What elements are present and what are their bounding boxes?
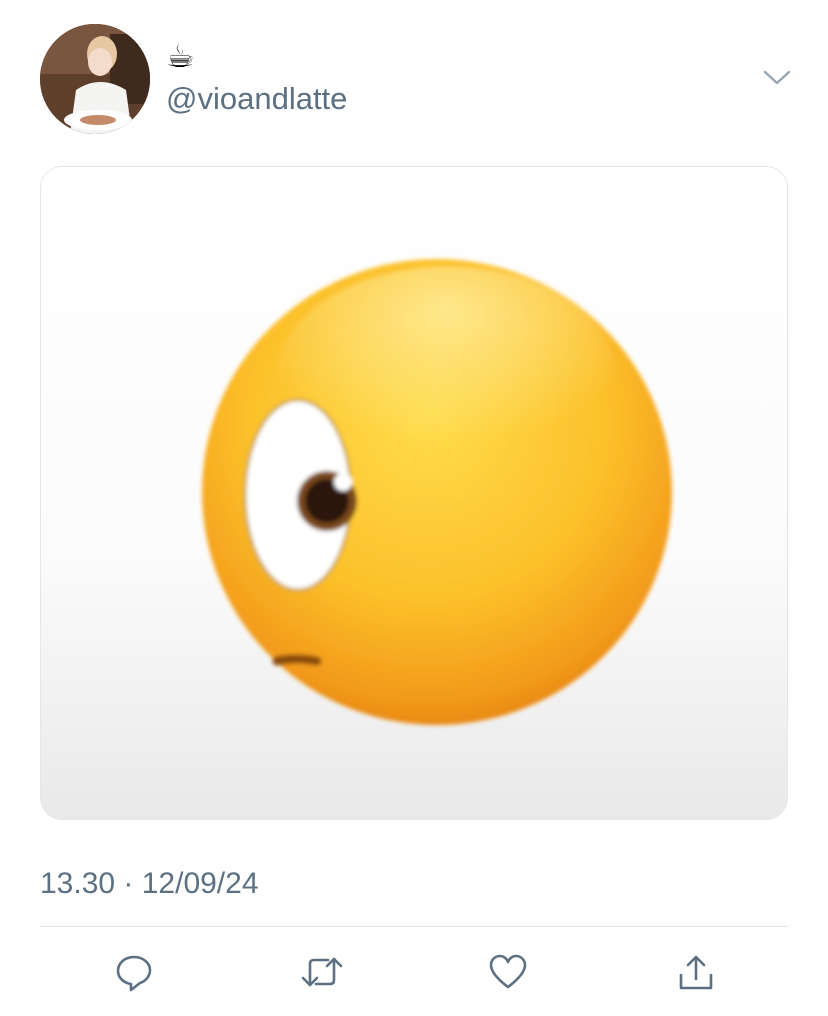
face-with-rolling-eye-emoji — [202, 259, 672, 725]
user-handle[interactable]: @vioandlatte — [166, 80, 347, 118]
reply-icon — [116, 955, 152, 992]
heart-icon — [489, 954, 527, 989]
divider — [40, 926, 788, 927]
like-button[interactable] — [484, 948, 532, 996]
chevron-down-icon[interactable] — [760, 66, 794, 90]
display-name: ☕ — [166, 37, 195, 75]
tweet-timestamp[interactable]: 13.30 · 12/09/24 — [40, 866, 259, 902]
retweet-button[interactable] — [298, 948, 346, 996]
share-icon — [679, 955, 713, 990]
tweet-media[interactable] — [40, 166, 788, 820]
reply-button[interactable] — [110, 948, 158, 996]
share-button[interactable] — [672, 948, 720, 996]
retweet-icon — [301, 957, 343, 987]
tweet-card: ☕ @vioandlatte 13.30 · 12/09/24 — [0, 0, 828, 1016]
user-avatar[interactable] — [40, 24, 150, 134]
